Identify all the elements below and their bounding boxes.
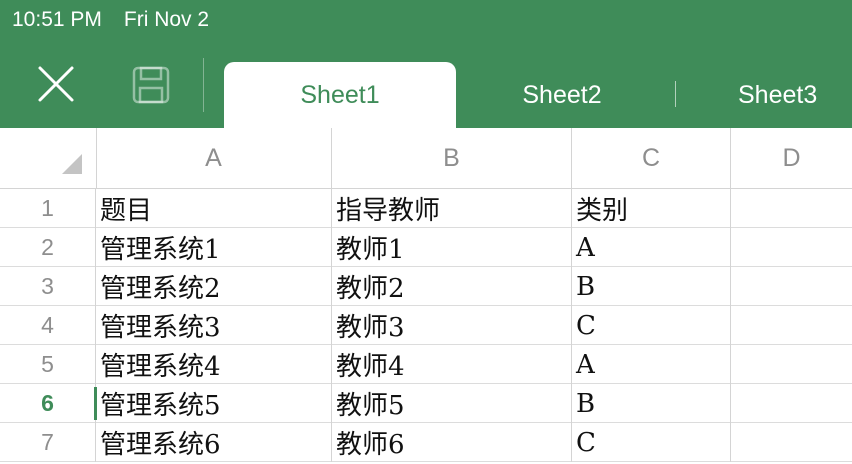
cell-d2[interactable]: [731, 228, 852, 267]
cell-d7[interactable]: [731, 423, 852, 462]
cell-a6[interactable]: 管理系统5: [96, 384, 332, 423]
cell-a4[interactable]: 管理系统3: [96, 306, 332, 345]
cell-a2[interactable]: 管理系统1: [96, 228, 332, 267]
cell-d1[interactable]: [731, 189, 852, 228]
table-row: 6 管理系统5 教师5 B: [0, 384, 852, 423]
table-row: 1 题目 指导教师 类别: [0, 189, 852, 228]
save-icon: [132, 66, 170, 104]
toolbar-divider: [203, 58, 204, 112]
tab-sheet3[interactable]: Sheet3: [690, 62, 852, 128]
save-button[interactable]: [128, 62, 174, 108]
cell-b2[interactable]: 教师1: [332, 228, 572, 267]
cell-a7[interactable]: 管理系统6: [96, 423, 332, 462]
column-header-row: A B C D: [0, 128, 852, 189]
cell-c7[interactable]: C: [572, 423, 731, 462]
cell-a1[interactable]: 题目: [96, 189, 332, 228]
column-header-a[interactable]: A: [96, 128, 332, 188]
cell-b6[interactable]: 教师5: [332, 384, 572, 423]
cell-d3[interactable]: [731, 267, 852, 306]
table-row: 7 管理系统6 教师6 C: [0, 423, 852, 462]
cell-d6[interactable]: [731, 384, 852, 423]
table-row: 3 管理系统2 教师2 B: [0, 267, 852, 306]
row-header[interactable]: 2: [0, 228, 96, 267]
row-header[interactable]: 1: [0, 189, 96, 228]
tab-label: Sheet1: [300, 80, 380, 109]
status-bar: 10:51 PM Fri Nov 2: [12, 6, 209, 34]
tab-separator: [675, 81, 676, 107]
status-time: 10:51 PM: [12, 8, 102, 31]
tab-sheet2[interactable]: Sheet2: [466, 62, 658, 128]
tab-label: Sheet3: [738, 80, 818, 109]
row-header[interactable]: 3: [0, 267, 96, 306]
tab-sheet1[interactable]: Sheet1: [224, 62, 456, 128]
close-icon: [38, 66, 74, 102]
top-toolbar: 10:51 PM Fri Nov 2 Sheet1 Sheet2 Sheet3: [0, 0, 852, 128]
cell-d5[interactable]: [731, 345, 852, 384]
cell-d4[interactable]: [731, 306, 852, 345]
column-header-c[interactable]: C: [572, 128, 731, 188]
cell-b1[interactable]: 指导教师: [332, 189, 572, 228]
row-header[interactable]: 4: [0, 306, 96, 345]
table-row: 2 管理系统1 教师1 A: [0, 228, 852, 267]
row-header[interactable]: 5: [0, 345, 96, 384]
cell-b3[interactable]: 教师2: [332, 267, 572, 306]
cell-c6[interactable]: B: [572, 384, 731, 423]
row-header[interactable]: 7: [0, 423, 96, 462]
cell-b5[interactable]: 教师4: [332, 345, 572, 384]
cell-b4[interactable]: 教师3: [332, 306, 572, 345]
status-date: Fri Nov 2: [123, 8, 210, 31]
select-all-corner[interactable]: [0, 128, 97, 188]
cell-c3[interactable]: B: [572, 267, 731, 306]
cell-a3[interactable]: 管理系统2: [96, 267, 332, 306]
table-row: 5 管理系统4 教师4 A: [0, 345, 852, 384]
select-all-triangle-icon: [62, 154, 82, 174]
cell-c4[interactable]: C: [572, 306, 731, 345]
row-header-selected[interactable]: 6: [0, 384, 97, 423]
column-header-b[interactable]: B: [332, 128, 572, 188]
cell-c1[interactable]: 类别: [572, 189, 731, 228]
column-header-d[interactable]: D: [731, 128, 852, 188]
cell-a5[interactable]: 管理系统4: [96, 345, 332, 384]
tab-label: Sheet2: [522, 80, 602, 109]
cell-c5[interactable]: A: [572, 345, 731, 384]
close-button[interactable]: [34, 62, 78, 106]
table-row: 4 管理系统3 教师3 C: [0, 306, 852, 345]
cell-c2[interactable]: A: [572, 228, 731, 267]
cell-b7[interactable]: 教师6: [332, 423, 572, 462]
